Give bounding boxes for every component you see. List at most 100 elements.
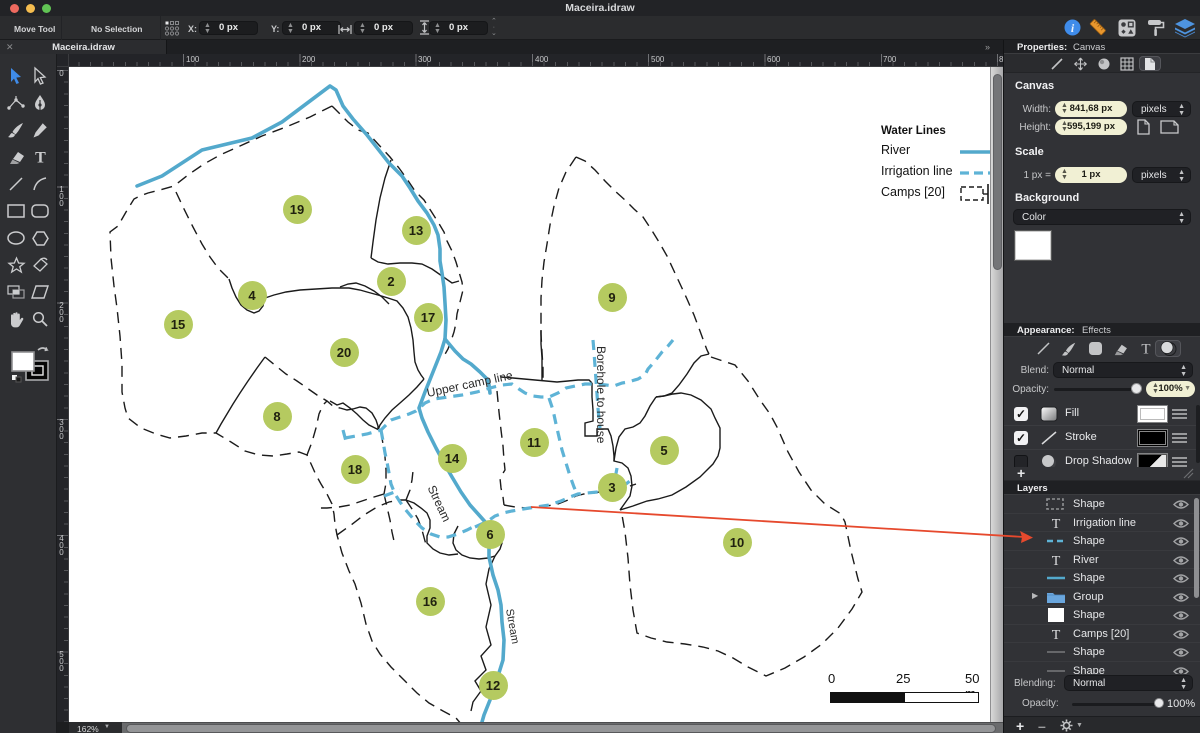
document-tab[interactable]: ✕ Maceira.idraw <box>0 40 167 54</box>
layer-visibility-icon[interactable] <box>1173 610 1189 621</box>
rounded-rect-tool-button[interactable] <box>30 201 50 221</box>
width-unit-select[interactable]: pixels ▲ ▼ <box>1132 101 1191 117</box>
background-type-select[interactable]: Color ▲ ▼ <box>1013 209 1191 225</box>
canvas[interactable]: 19 13 2 4 15 17 20 9 8 18 14 11 5 3 6 10… <box>69 67 990 722</box>
camp-marker[interactable]: 12 <box>478 670 508 700</box>
style-roller-icon[interactable] <box>1147 18 1165 37</box>
text-tool-button[interactable]: T <box>30 147 50 167</box>
group-disclosure-icon[interactable]: ▶ <box>1032 591 1038 600</box>
scale-value-input[interactable]: ▲ ▼ 1 px <box>1055 167 1127 183</box>
line-tool-button[interactable] <box>6 174 26 194</box>
fx-fill-icon[interactable] <box>1088 341 1103 356</box>
camp-marker[interactable]: 17 <box>413 302 443 332</box>
effect-row-stroke[interactable]: ✓ Stroke <box>1004 426 1200 450</box>
layers-icon[interactable] <box>1175 19 1195 38</box>
layer-row[interactable]: Shape <box>1004 662 1200 675</box>
boolean-ops-tool-button[interactable] <box>6 282 26 302</box>
constrain-proportions-icon[interactable]: ⌃ ∙ ⌄ <box>491 18 497 37</box>
camp-marker[interactable]: 9 <box>597 282 627 312</box>
opacity-slider-knob[interactable] <box>1131 383 1142 394</box>
drop-shadow-options-icon[interactable] <box>1172 457 1187 467</box>
star-tool-button[interactable] <box>6 255 26 275</box>
tab-stroke-icon[interactable] <box>1050 57 1064 71</box>
layer-row[interactable]: Shape <box>1004 495 1200 514</box>
layer-visibility-icon[interactable] <box>1173 647 1189 658</box>
scale-unit-select[interactable]: pixels ▲ ▼ <box>1132 167 1191 183</box>
camp-marker[interactable]: 13 <box>401 215 431 245</box>
fx-shadow-icon[interactable] <box>1160 341 1177 356</box>
vertical-scroll-thumb[interactable] <box>992 74 1002 270</box>
tab-document-icon[interactable] <box>1144 57 1156 71</box>
camp-marker[interactable]: 8 <box>262 401 292 431</box>
camp-marker[interactable]: 10 <box>722 527 752 557</box>
tab-overflow-icon[interactable]: » <box>985 42 990 52</box>
ellipse-tool-button[interactable] <box>6 228 26 248</box>
layer-visibility-icon[interactable] <box>1173 592 1189 603</box>
fx-eraser-icon[interactable] <box>1112 343 1128 356</box>
tab-grid-icon[interactable] <box>1120 57 1134 71</box>
camp-marker[interactable]: 16 <box>415 586 445 616</box>
fill-options-icon[interactable] <box>1172 409 1187 419</box>
stroke-options-icon[interactable] <box>1172 433 1187 443</box>
width-input[interactable]: ▲ ▼ 0 px <box>354 21 413 35</box>
fill-checkbox[interactable]: ✓ <box>1014 407 1028 421</box>
y-position-input[interactable]: ▲ ▼ 0 px <box>282 21 341 35</box>
tab-effects-icon[interactable] <box>1097 57 1111 71</box>
shear-tool-button[interactable] <box>30 282 50 302</box>
layer-row[interactable]: T Irrigation line <box>1004 514 1200 532</box>
camp-marker[interactable]: 14 <box>437 443 467 473</box>
stroke-checkbox[interactable]: ✓ <box>1014 431 1028 445</box>
layers-scrollbar[interactable] <box>1194 498 1199 598</box>
anchor-point-grid-icon[interactable] <box>164 20 180 41</box>
layer-settings-gear-icon[interactable] <box>1060 719 1073 732</box>
opacity-slider[interactable] <box>1054 388 1139 391</box>
opacity-value-input[interactable]: ▲ ▼ 100% ▼ <box>1146 381 1195 397</box>
camp-marker[interactable]: 3 <box>597 472 627 502</box>
layer-visibility-icon[interactable] <box>1173 666 1189 675</box>
layer-visibility-icon[interactable] <box>1173 629 1189 640</box>
layer-blending-select[interactable]: Normal ▲ ▼ <box>1064 675 1193 691</box>
layer-visibility-icon[interactable] <box>1173 518 1189 529</box>
zoom-tool-button[interactable] <box>30 309 50 329</box>
layer-row[interactable]: Shape <box>1004 606 1200 625</box>
layer-row[interactable]: Shape <box>1004 643 1200 662</box>
remove-layer-button[interactable]: – <box>1038 718 1046 733</box>
layer-row[interactable]: Shape <box>1004 532 1200 551</box>
fill-color-swatch[interactable] <box>1137 405 1168 423</box>
pencil-tool-button[interactable] <box>30 120 50 140</box>
layer-row[interactable]: Shape <box>1004 569 1200 588</box>
layer-visibility-icon[interactable] <box>1173 573 1189 584</box>
layer-row-group[interactable]: ▶ Group <box>1004 588 1200 606</box>
layer-visibility-icon[interactable] <box>1173 499 1189 510</box>
layer-visibility-icon[interactable] <box>1173 536 1189 547</box>
x-position-input[interactable]: ▲ ▼ 0 px <box>199 21 258 35</box>
camp-marker[interactable]: 4 <box>237 280 267 310</box>
landscape-orientation-icon[interactable] <box>1160 120 1179 134</box>
polygon-tool-button[interactable] <box>30 228 50 248</box>
drop-shadow-swatch[interactable] <box>1137 453 1168 467</box>
camp-marker[interactable]: 5 <box>649 435 679 465</box>
horizontal-scroll-thumb[interactable] <box>126 724 996 733</box>
layer-opacity-knob[interactable] <box>1154 698 1164 708</box>
arc-tool-button[interactable] <box>30 174 50 194</box>
canvas-horizontal-scrollbar[interactable]: 162% ▼ <box>69 722 1003 733</box>
info-icon[interactable]: i <box>1064 19 1081 36</box>
effect-row-drop-shadow[interactable]: Drop Shadow <box>1004 450 1200 467</box>
blend-mode-select[interactable]: Normal ▲ ▼ <box>1053 362 1193 378</box>
camp-marker[interactable]: 6 <box>475 519 505 549</box>
effects-scrollbar[interactable] <box>1196 405 1200 463</box>
brush-tool-button[interactable] <box>6 120 26 140</box>
camp-marker[interactable]: 11 <box>519 427 549 457</box>
pen-tool-button[interactable] <box>30 93 50 113</box>
ruler-icon[interactable] <box>1088 17 1108 37</box>
layer-row[interactable]: T River <box>1004 551 1200 569</box>
camp-marker[interactable]: 19 <box>282 194 312 224</box>
shape-library-icon[interactable] <box>1118 19 1136 37</box>
hand-tool-button[interactable] <box>6 309 26 329</box>
layer-row[interactable]: T Camps [20] <box>1004 625 1200 643</box>
height-input[interactable]: ▲ ▼ 0 px <box>429 21 488 35</box>
resize-grip-icon[interactable] <box>1182 468 1194 479</box>
layer-opacity-slider[interactable] <box>1072 703 1164 706</box>
portrait-orientation-icon[interactable] <box>1137 119 1150 135</box>
add-layer-button[interactable]: + <box>1016 718 1024 733</box>
